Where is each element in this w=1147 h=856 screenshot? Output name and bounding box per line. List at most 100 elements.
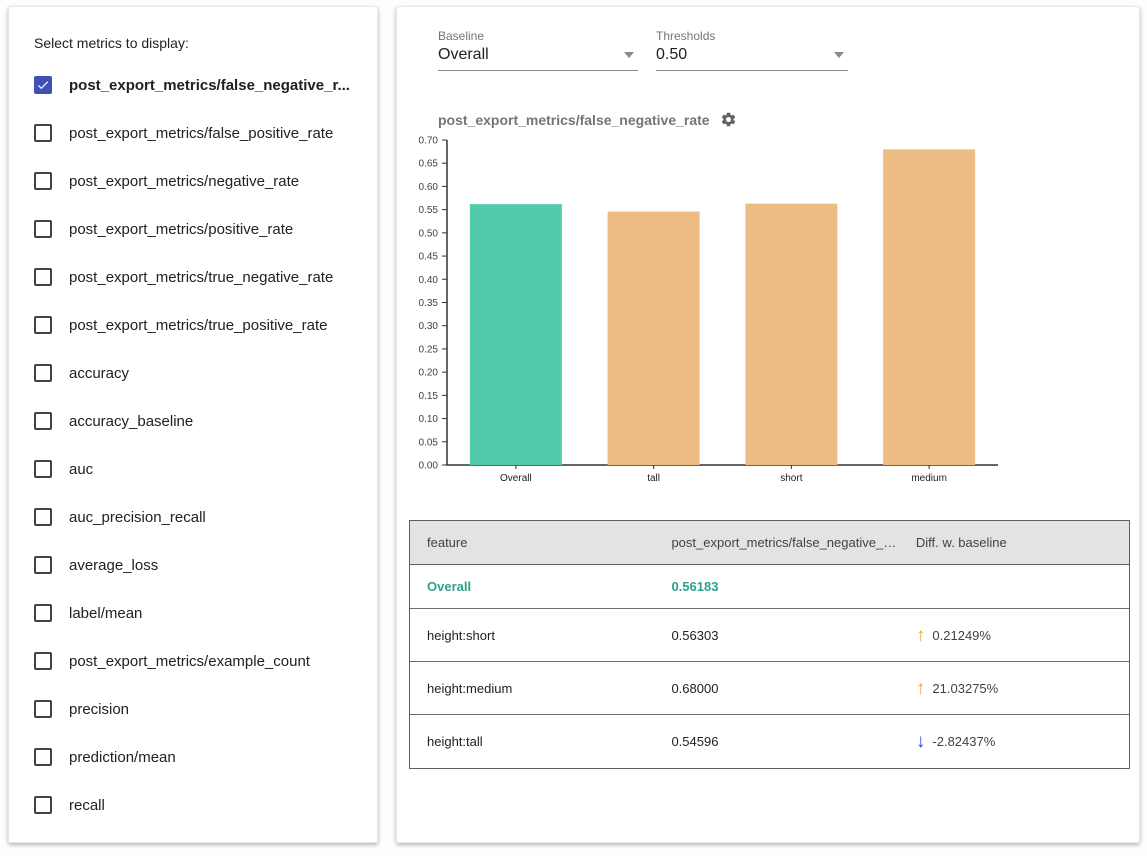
arrow-up-icon: ↑	[916, 679, 926, 698]
metric-checkbox-item[interactable]: precision	[34, 685, 377, 733]
metric-label: post_export_metrics/true_negative_rate	[69, 269, 333, 286]
column-header-diff: Diff. w. baseline	[899, 535, 1129, 550]
feature-cell: height:tall	[410, 734, 654, 749]
arrow-down-icon: ↓	[916, 732, 926, 751]
metric-label: average_loss	[69, 557, 158, 574]
bar-chart: 0.000.050.100.150.200.250.300.350.400.45…	[409, 132, 1009, 488]
thresholds-select[interactable]: Thresholds 0.50	[656, 29, 848, 71]
table-body: Overall 0.56183 ↑ ↓ height:short 0.56303…	[410, 565, 1129, 768]
metric-checkbox-item[interactable]: prediction/mean	[34, 733, 377, 781]
metric-label: precision	[69, 701, 129, 718]
metric-label: post_export_metrics/example_count	[69, 653, 310, 670]
metric-label: accuracy_baseline	[69, 413, 193, 430]
metric-label: post_export_metrics/false_negative_r...	[69, 77, 350, 94]
metric-checkbox-item[interactable]: auc	[34, 445, 377, 493]
table-row: Overall 0.56183 ↑ ↓	[410, 565, 1129, 609]
checkbox-icon[interactable]	[34, 124, 52, 142]
baseline-select-value: Overall	[438, 46, 489, 64]
checkbox-icon[interactable]	[34, 796, 52, 814]
gear-icon[interactable]	[720, 111, 737, 128]
metric-label: post_export_metrics/true_positive_rate	[69, 317, 327, 334]
thresholds-select-label: Thresholds	[656, 29, 848, 43]
metric-label: post_export_metrics/negative_rate	[69, 173, 299, 190]
feature-cell: height:short	[410, 628, 654, 643]
metric-checkbox-item[interactable]: post_export_metrics/true_negative_rate	[34, 253, 377, 301]
diff-cell: ↑ ↓ -2.82437%	[899, 732, 1129, 751]
svg-text:0.40: 0.40	[419, 275, 439, 286]
metric-checkbox-item[interactable]: label/mean	[34, 589, 377, 637]
metric-label: prediction/mean	[69, 749, 176, 766]
checkbox-icon[interactable]	[34, 268, 52, 286]
svg-text:0.50: 0.50	[419, 228, 439, 239]
metric-label: auc	[69, 461, 93, 478]
arrow-up-icon: ↑	[916, 626, 926, 645]
checkbox-icon[interactable]	[34, 412, 52, 430]
checkbox-icon[interactable]	[34, 604, 52, 622]
svg-text:0.25: 0.25	[419, 344, 439, 355]
checkbox-icon[interactable]	[34, 76, 52, 94]
column-header-feature: feature	[410, 535, 654, 550]
diff-value: -2.82437%	[932, 734, 995, 749]
metrics-table: feature post_export_metrics/false_negati…	[409, 520, 1130, 769]
metric-value-cell: 0.56183	[654, 579, 898, 594]
metric-checkbox-item[interactable]: post_export_metrics/positive_rate	[34, 205, 377, 253]
checkbox-icon[interactable]	[34, 700, 52, 718]
metrics-panel: Baseline Overall Thresholds 0.50 post_ex…	[396, 6, 1140, 843]
controls-bar: Baseline Overall Thresholds 0.50	[397, 7, 1139, 71]
svg-text:0.00: 0.00	[419, 461, 439, 472]
checkbox-icon[interactable]	[34, 460, 52, 478]
metric-checkbox-item[interactable]: post_export_metrics/false_positive_rate	[34, 109, 377, 157]
metric-label: auc_precision_recall	[69, 509, 206, 526]
svg-text:0.05: 0.05	[419, 437, 439, 448]
metric-label: accuracy	[69, 365, 129, 382]
metric-checkbox-item[interactable]: recall	[34, 781, 377, 829]
metric-label: label/mean	[69, 605, 142, 622]
checkbox-icon[interactable]	[34, 508, 52, 526]
baseline-select-label: Baseline	[438, 29, 638, 43]
metric-label: recall	[69, 797, 105, 814]
table-row: height:tall 0.54596 ↑ ↓ -2.82437%	[410, 715, 1129, 768]
metrics-list: post_export_metrics/false_negative_r... …	[34, 61, 377, 829]
svg-text:0.10: 0.10	[419, 414, 439, 425]
checkbox-icon[interactable]	[34, 652, 52, 670]
table-header-row: feature post_export_metrics/false_negati…	[410, 521, 1129, 565]
diff-cell: ↑ ↓ 21.03275%	[899, 679, 1129, 698]
svg-text:Overall: Overall	[500, 473, 532, 484]
checkbox-icon[interactable]	[34, 748, 52, 766]
checkbox-icon[interactable]	[34, 556, 52, 574]
svg-text:0.15: 0.15	[419, 391, 439, 402]
checkbox-icon[interactable]	[34, 220, 52, 238]
metric-value-cell: 0.56303	[654, 628, 898, 643]
baseline-select[interactable]: Baseline Overall	[438, 29, 638, 71]
metric-checkbox-item[interactable]: post_export_metrics/true_positive_rate	[34, 301, 377, 349]
svg-text:0.55: 0.55	[419, 205, 439, 216]
metric-label: post_export_metrics/false_positive_rate	[69, 125, 333, 142]
metric-checkbox-item[interactable]: post_export_metrics/negative_rate	[34, 157, 377, 205]
svg-text:0.70: 0.70	[419, 136, 439, 147]
checkbox-icon[interactable]	[34, 364, 52, 382]
chart-title: post_export_metrics/false_negative_rate	[438, 112, 710, 128]
checkbox-icon[interactable]	[34, 172, 52, 190]
svg-text:0.35: 0.35	[419, 298, 439, 309]
svg-text:medium: medium	[911, 473, 947, 484]
chevron-down-icon	[624, 52, 634, 58]
table-row: height:medium 0.68000 ↑ ↓ 21.03275%	[410, 662, 1129, 715]
column-header-metric: post_export_metrics/false_negative_rat..…	[654, 535, 898, 550]
checkbox-icon[interactable]	[34, 316, 52, 334]
metric-checkbox-item[interactable]: post_export_metrics/example_count	[34, 637, 377, 685]
metric-checkbox-item[interactable]: average_loss	[34, 541, 377, 589]
thresholds-select-value: 0.50	[656, 46, 687, 64]
metric-checkbox-item[interactable]: post_export_metrics/false_negative_r...	[34, 61, 377, 109]
svg-text:0.60: 0.60	[419, 182, 439, 193]
metric-value-cell: 0.54596	[654, 734, 898, 749]
metric-checkbox-item[interactable]: accuracy_baseline	[34, 397, 377, 445]
diff-value: 21.03275%	[932, 681, 998, 696]
metric-checkbox-item[interactable]: accuracy	[34, 349, 377, 397]
metric-value-cell: 0.68000	[654, 681, 898, 696]
chart-header: post_export_metrics/false_negative_rate	[438, 111, 1139, 128]
diff-cell: ↑ ↓ 0.21249%	[899, 626, 1129, 645]
feature-cell: Overall	[410, 579, 654, 594]
svg-text:0.45: 0.45	[419, 252, 439, 263]
feature-cell: height:medium	[410, 681, 654, 696]
metric-checkbox-item[interactable]: auc_precision_recall	[34, 493, 377, 541]
